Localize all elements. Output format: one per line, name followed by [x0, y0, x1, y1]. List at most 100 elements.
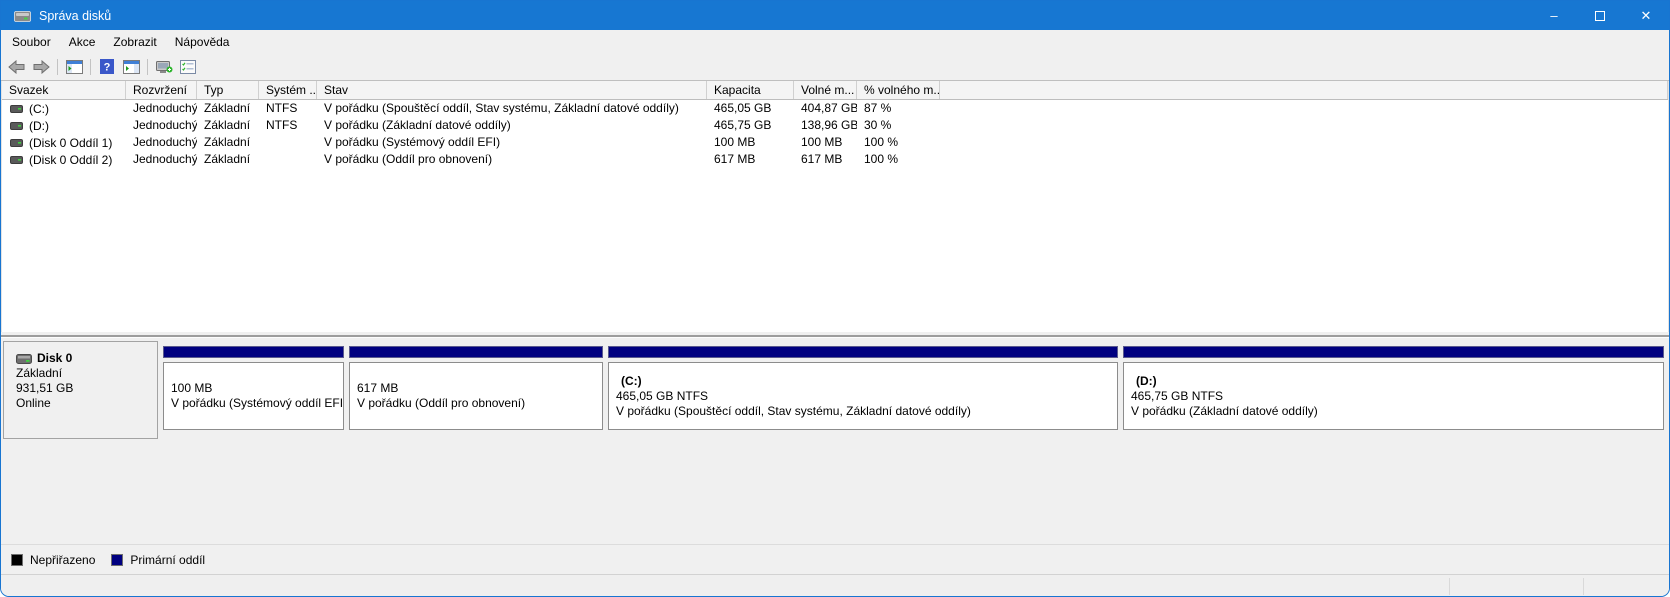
volume-name: (D:) — [29, 119, 49, 133]
menu-zobrazit[interactable]: Zobrazit — [104, 32, 165, 52]
volume-status: V pořádku (Systémový oddíl EFI) — [317, 134, 707, 151]
title-bar[interactable]: Správa disků – ✕ — [1, 1, 1669, 30]
disk-management-window: Správa disků – ✕ Soubor Akce Zobrazit Ná… — [0, 0, 1670, 597]
volume-icon — [10, 156, 23, 164]
volume-icon — [10, 122, 23, 130]
partition-size: 100 MB — [171, 381, 343, 396]
help-icon: ? — [100, 59, 114, 74]
checklist-button[interactable] — [176, 56, 200, 78]
volume-free: 100 MB — [794, 134, 857, 151]
maximize-icon — [1595, 11, 1605, 21]
partition-recovery[interactable]: 617 MB V pořádku (Oddíl pro obnovení) — [349, 341, 603, 439]
menu-akce[interactable]: Akce — [60, 32, 105, 52]
help-button[interactable]: ? — [95, 56, 119, 78]
minimize-button[interactable]: – — [1531, 1, 1577, 30]
column-header-empty — [940, 81, 1668, 99]
disk-0-panel[interactable]: Disk 0 Základní 931,51 GB Online — [3, 341, 158, 439]
partition-name: (D:) — [1131, 374, 1663, 389]
partition-size: 465,05 GB NTFS — [616, 389, 1117, 404]
partition-color-bar — [608, 346, 1118, 358]
partition-status: V pořádku (Základní datové oddíly) — [1131, 404, 1663, 419]
partition-color-bar — [1123, 346, 1664, 358]
legend-label: Primární oddíl — [130, 553, 205, 567]
partition-efi[interactable]: 100 MB V pořádku (Systémový oddíl EFI) — [163, 341, 344, 439]
volume-name: (Disk 0 Oddíl 1) — [29, 136, 112, 150]
partition-status: V pořádku (Systémový oddíl EFI) — [171, 396, 343, 411]
volume-status: V pořádku (Oddíl pro obnovení) — [317, 151, 707, 168]
disk-0-row: Disk 0 Základní 931,51 GB Online 100 MB … — [3, 341, 1667, 439]
volume-free-pct: 30 % — [857, 117, 940, 134]
show-action-pane-button[interactable] — [119, 56, 143, 78]
volume-layout: Jednoduchý — [126, 117, 197, 134]
volume-capacity: 465,05 GB — [707, 100, 794, 117]
statusbar-divider — [1449, 578, 1450, 595]
console-tree-icon — [66, 60, 83, 74]
volume-type: Základní — [197, 151, 259, 168]
volume-layout: Jednoduchý — [126, 134, 197, 151]
window-title: Správa disků — [39, 9, 111, 23]
forward-button[interactable] — [29, 56, 53, 78]
partition-blocks: 100 MB V pořádku (Systémový oddíl EFI) 6… — [158, 341, 1667, 439]
column-header-procento[interactable]: % volného m... — [857, 81, 940, 99]
action-pane-icon — [123, 60, 140, 74]
toolbar-separator — [90, 59, 91, 75]
partition-status: V pořádku (Oddíl pro obnovení) — [357, 396, 602, 411]
volume-free: 617 MB — [794, 151, 857, 168]
app-drive-icon — [14, 9, 31, 22]
monitor-icon — [155, 60, 173, 74]
checklist-icon — [180, 60, 196, 74]
volume-type: Základní — [197, 134, 259, 151]
volume-capacity: 617 MB — [707, 151, 794, 168]
disk-status: Online — [16, 396, 157, 411]
partition-d[interactable]: (D:) 465,75 GB NTFS V pořádku (Základní … — [1123, 341, 1664, 439]
volume-fs: NTFS — [259, 100, 317, 117]
status-bar — [1, 574, 1669, 597]
partition-color-bar — [349, 346, 603, 358]
disk-type: Základní — [16, 366, 157, 381]
volume-icon — [10, 139, 23, 147]
close-button[interactable]: ✕ — [1623, 1, 1669, 30]
column-header-volne[interactable]: Volné m... — [794, 81, 857, 99]
volume-list: Svazek Rozvržení Typ Systém ... Stav Kap… — [1, 81, 1669, 332]
svg-text:?: ? — [104, 62, 111, 74]
volume-status: V pořádku (Spouštěcí oddíl, Stav systému… — [317, 100, 707, 117]
partition-c[interactable]: (C:) 465,05 GB NTFS V pořádku (Spouštěcí… — [608, 341, 1118, 439]
partition-name: (C:) — [616, 374, 1117, 389]
table-row[interactable]: (Disk 0 Oddíl 2) Jednoduchý Základní V p… — [2, 151, 1668, 168]
table-row[interactable]: (D:) Jednoduchý Základní NTFS V pořádku … — [2, 117, 1668, 134]
back-button[interactable] — [5, 56, 29, 78]
show-console-tree-button[interactable] — [62, 56, 86, 78]
volume-layout: Jednoduchý — [126, 151, 197, 168]
column-header-system[interactable]: Systém ... — [259, 81, 317, 99]
volume-type: Základní — [197, 117, 259, 134]
disk-size: 931,51 GB — [16, 381, 157, 396]
volume-free: 404,87 GB — [794, 100, 857, 117]
column-header-typ[interactable]: Typ — [197, 81, 259, 99]
table-row[interactable]: (Disk 0 Oddíl 1) Jednoduchý Základní V p… — [2, 134, 1668, 151]
volume-free-pct: 87 % — [857, 100, 940, 117]
column-header-svazek[interactable]: Svazek — [2, 81, 126, 99]
volume-name: (Disk 0 Oddíl 2) — [29, 153, 112, 167]
volume-fs — [259, 151, 317, 168]
statusbar-divider — [1583, 578, 1584, 595]
menu-soubor[interactable]: Soubor — [3, 32, 60, 52]
table-row[interactable]: (C:) Jednoduchý Základní NTFS V pořádku … — [2, 100, 1668, 117]
volume-capacity: 465,75 GB — [707, 117, 794, 134]
maximize-button[interactable] — [1577, 1, 1623, 30]
volume-status: V pořádku (Základní datové oddíly) — [317, 117, 707, 134]
pane-splitter[interactable] — [1, 332, 1669, 340]
disk-icon — [16, 354, 32, 364]
volume-fs — [259, 134, 317, 151]
toolbar: ? — [1, 53, 1669, 81]
partition-status: V pořádku (Spouštěcí oddíl, Stav systému… — [616, 404, 1117, 419]
column-header-stav[interactable]: Stav — [317, 81, 707, 99]
volume-free-pct: 100 % — [857, 151, 940, 168]
legend-unallocated: Nepřiřazeno — [11, 553, 95, 567]
column-header-rozvrzeni[interactable]: Rozvržení — [126, 81, 197, 99]
monitor-button[interactable] — [152, 56, 176, 78]
toolbar-separator — [147, 59, 148, 75]
forward-icon — [32, 60, 50, 74]
menu-napoveda[interactable]: Nápověda — [166, 32, 239, 52]
volume-type: Základní — [197, 100, 259, 117]
column-header-kapacita[interactable]: Kapacita — [707, 81, 794, 99]
